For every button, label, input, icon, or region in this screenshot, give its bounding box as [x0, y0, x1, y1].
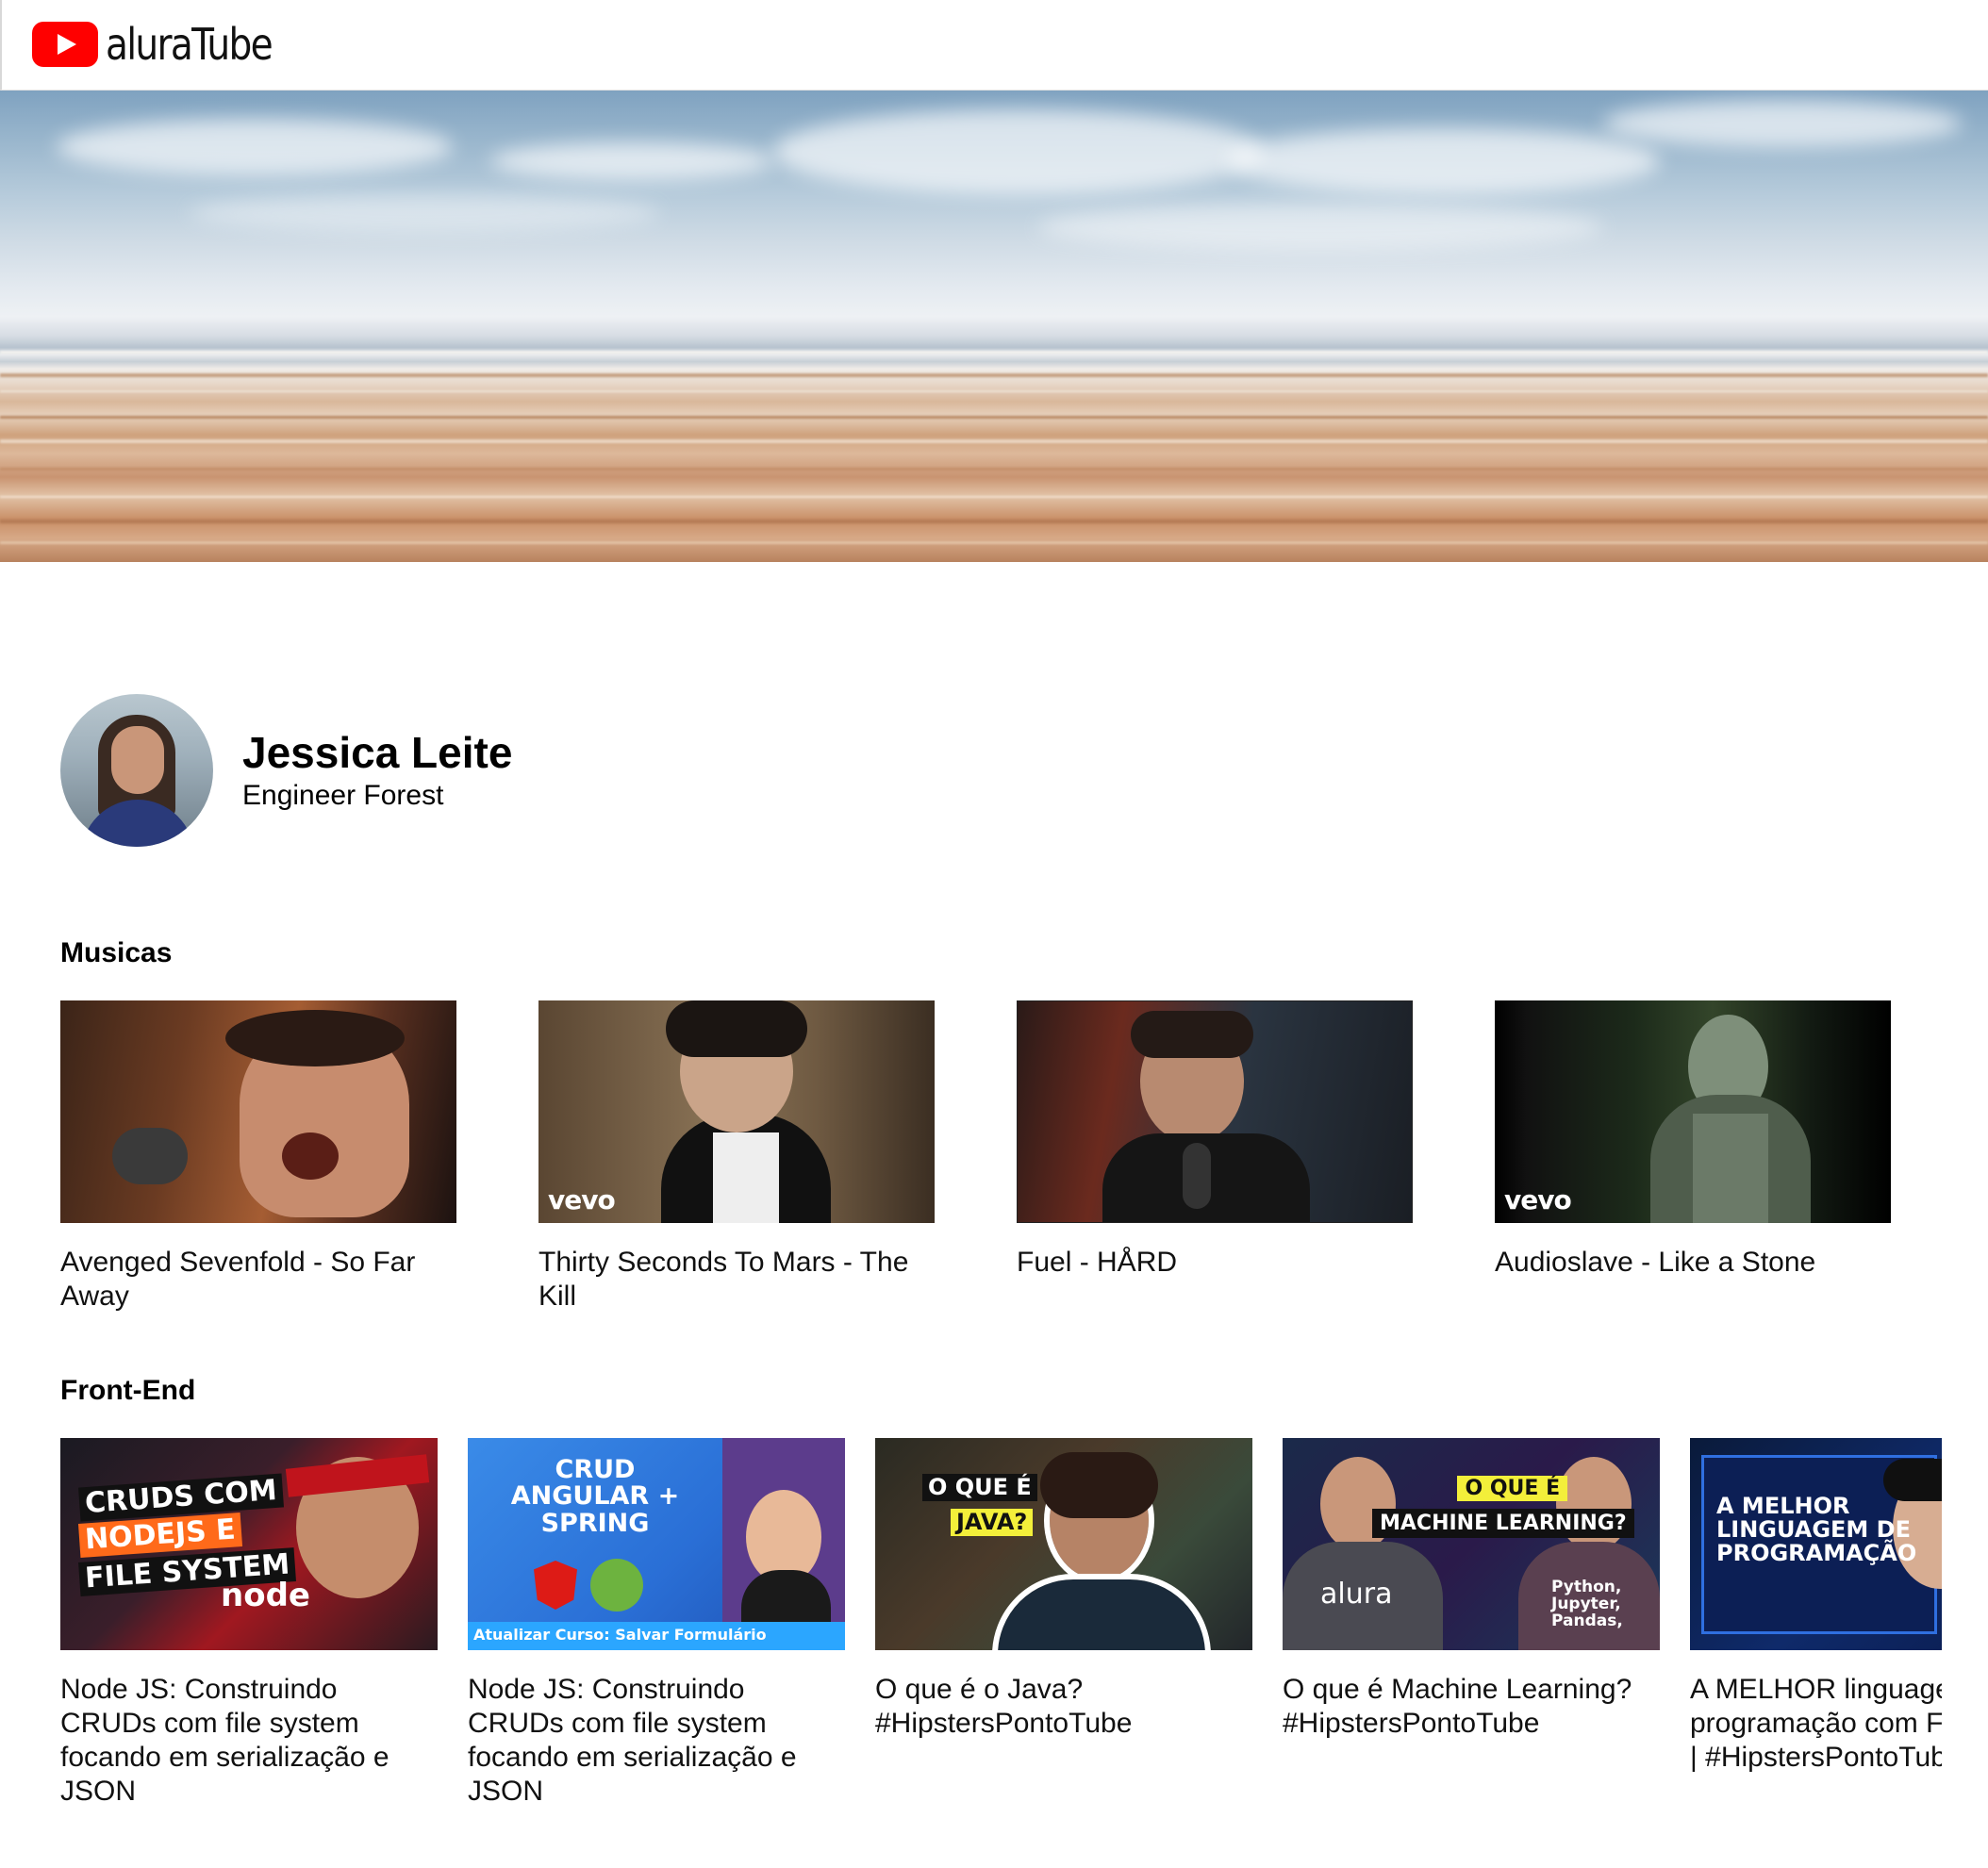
vevo-badge: vevo	[548, 1184, 616, 1215]
logo[interactable]: aluraTube	[32, 13, 301, 75]
video-title[interactable]: O que é Machine Learning? #HipstersPonto…	[1283, 1673, 1660, 1741]
thumb-text-line: O QUE É	[922, 1474, 1037, 1502]
thumb-shirt-text: Python, Jupyter, Pandas,	[1551, 1578, 1623, 1630]
thumb-text-line: ANGULAR +	[510, 1481, 680, 1512]
section-title-musicas: Musicas	[60, 937, 173, 968]
video-title[interactable]: O que é o Java? #HipstersPontoTube	[875, 1673, 1252, 1741]
video-thumbnail[interactable]: vevo	[1495, 1000, 1891, 1223]
video-thumbnail[interactable]: CRUDS COM NODEJS E FILE SYSTEM node	[60, 1438, 438, 1650]
video-card[interactable]: A MELHOR LINGUAGEM DE PROGRAMAÇÃO A MELH…	[1690, 1438, 1942, 1775]
youtube-play-icon	[32, 22, 98, 67]
video-card[interactable]: vevo Thirty Seconds To Mars - The Kill	[538, 1000, 935, 1314]
video-title[interactable]: Thirty Seconds To Mars - The Kill	[538, 1246, 935, 1314]
video-thumbnail[interactable]	[1017, 1000, 1413, 1223]
thumb-text-line: PROGRAMAÇÃO	[1716, 1540, 1917, 1567]
spring-icon	[590, 1559, 643, 1612]
video-thumbnail[interactable]: vevo	[538, 1000, 935, 1223]
thumb-text-line: O QUE É	[1457, 1476, 1568, 1502]
thumb-text-line: A MELHOR	[1716, 1493, 1850, 1519]
profile-role: Engineer Forest	[242, 780, 444, 811]
top-bar: aluraTube	[0, 0, 1988, 91]
video-thumbnail[interactable]: A MELHOR LINGUAGEM DE PROGRAMAÇÃO	[1690, 1438, 1942, 1650]
video-title[interactable]: Node JS: Construindo CRUDs com file syst…	[468, 1673, 845, 1809]
video-thumbnail[interactable]: O QUE É JAVA?	[875, 1438, 1252, 1650]
alura-logo: alura	[1320, 1578, 1393, 1611]
node-logo: node	[221, 1577, 310, 1614]
channel-banner	[0, 91, 1988, 562]
logo-text: aluraTube	[106, 19, 273, 70]
video-title[interactable]: A MELHOR linguagem de programação com Fa…	[1690, 1673, 1942, 1775]
video-title[interactable]: Node JS: Construindo CRUDs com file syst…	[60, 1673, 438, 1809]
thumb-text-line: JAVA?	[951, 1509, 1034, 1537]
video-card[interactable]: Fuel - HÅRD	[1017, 1000, 1413, 1280]
video-thumbnail[interactable]: CRUD ANGULAR + SPRING Atualizar Curso: S…	[468, 1438, 845, 1650]
thumb-text-line: SPRING	[540, 1508, 650, 1538]
video-card[interactable]: CRUDS COM NODEJS E FILE SYSTEM node Node…	[60, 1438, 438, 1809]
thumb-text-line: MACHINE LEARNING?	[1372, 1509, 1634, 1539]
thumb-text-line: CRUDS COM	[78, 1473, 284, 1521]
video-card[interactable]: O QUE É MACHINE LEARNING? alura Python, …	[1283, 1438, 1660, 1741]
video-title[interactable]: Fuel - HÅRD	[1017, 1246, 1413, 1280]
video-title[interactable]: Audioslave - Like a Stone	[1495, 1246, 1891, 1280]
video-card[interactable]: CRUD ANGULAR + SPRING Atualizar Curso: S…	[468, 1438, 845, 1809]
video-card[interactable]: vevo Audioslave - Like a Stone	[1495, 1000, 1891, 1280]
section-title-front-end: Front-End	[60, 1375, 196, 1406]
video-card[interactable]: Avenged Sevenfold - So Far Away	[60, 1000, 456, 1314]
angular-icon	[534, 1561, 577, 1610]
video-thumbnail[interactable]: O QUE É MACHINE LEARNING? alura Python, …	[1283, 1438, 1660, 1650]
avatar[interactable]	[60, 694, 213, 847]
front-end-video-row: CRUDS COM NODEJS E FILE SYSTEM node Node…	[60, 1438, 1942, 1834]
thumb-text-line: CRUD	[555, 1455, 636, 1484]
vevo-badge: vevo	[1504, 1184, 1572, 1215]
thumb-caption: Atualizar Curso: Salvar Formulário	[468, 1622, 845, 1650]
video-thumbnail[interactable]	[60, 1000, 456, 1223]
thumb-text-line: LINGUAGEM DE	[1716, 1516, 1911, 1544]
video-title[interactable]: Avenged Sevenfold - So Far Away	[60, 1246, 456, 1314]
profile-name: Jessica Leite	[242, 728, 513, 777]
video-card[interactable]: O QUE É JAVA? O que é o Java? #HipstersP…	[875, 1438, 1252, 1741]
